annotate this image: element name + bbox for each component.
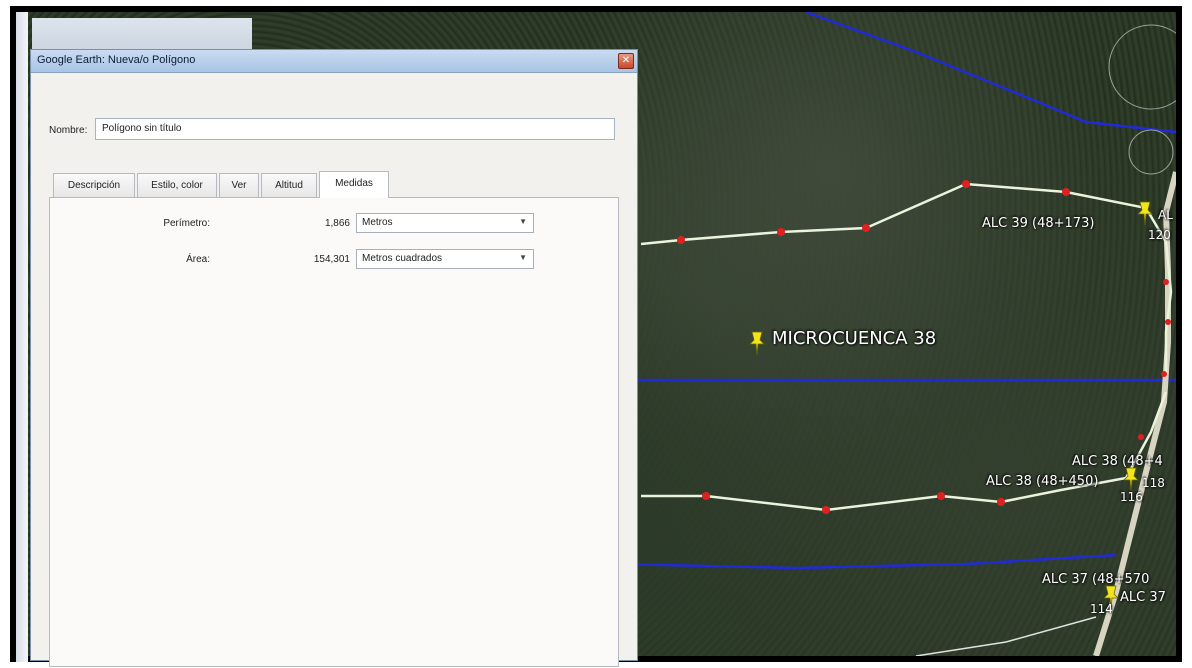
name-field[interactable]: Polígono sin título (95, 118, 615, 140)
label-microcuenca: MICROCUENCA 38 (772, 328, 937, 349)
name-label: Nombre: (49, 125, 88, 136)
tab-estilo-color[interactable]: Estilo, color (137, 173, 217, 197)
chevron-down-icon: ▼ (519, 253, 527, 262)
trace-point (1163, 279, 1169, 285)
trace-point (1165, 319, 1171, 325)
pushpin-icon[interactable] (1136, 200, 1154, 226)
tab-medidas[interactable]: Medidas (319, 171, 389, 198)
faint-circle-mark (1108, 24, 1176, 110)
trace-point (1138, 434, 1144, 440)
blue-boundary-line-top (805, 12, 1176, 134)
perimeter-value: 1,866 (324, 218, 350, 229)
perimeter-unit-select[interactable]: Metros ▼ (356, 213, 534, 233)
dialog-titlebar[interactable]: Google Earth: Nueva/o Polígono ✕ (31, 50, 637, 73)
label-alc38-code1: 118 (1142, 476, 1165, 490)
label-alc37-right: ALC 37 (1120, 590, 1166, 605)
trace-point (937, 492, 945, 500)
trace-point (962, 180, 970, 188)
area-unit-value: Metros cuadrados (362, 253, 443, 264)
perimeter-unit-value: Metros (362, 217, 393, 228)
dialog-title: Google Earth: Nueva/o Polígono (37, 54, 196, 66)
screenshot-frame: MICROCUENCA 38 ALC 39 (48+173) 120 AL AL… (10, 6, 1182, 667)
trace-bottom-white (915, 616, 1097, 656)
label-alc38-code2: 116 (1120, 490, 1143, 504)
label-edge: AL (1158, 208, 1173, 222)
tab-ver[interactable]: Ver (219, 173, 259, 197)
close-icon[interactable]: ✕ (618, 53, 634, 69)
trace-point (862, 224, 870, 232)
pushpin-icon[interactable] (748, 330, 766, 356)
dialog-body: Nombre: Polígono sin título Descripción … (31, 73, 637, 667)
chevron-down-icon: ▼ (519, 217, 527, 226)
new-polygon-dialog: Google Earth: Nueva/o Polígono ✕ Nombre:… (30, 49, 638, 667)
faint-circle-mark (1128, 129, 1174, 175)
trace-point (997, 498, 1005, 506)
area-value: 154,301 (313, 254, 350, 265)
trace-point (677, 236, 685, 244)
tab-descripcion[interactable]: Descripción (53, 173, 135, 197)
blue-boundary-line-bottom (615, 553, 1117, 570)
trace-point (822, 506, 830, 514)
trace-point (777, 228, 785, 236)
label-alc37-code: 114 (1090, 602, 1113, 616)
label-alc39-code: 120 (1148, 228, 1171, 242)
area-label: Área: (186, 254, 210, 265)
measures-panel: Perímetro: 1,866 Metros ▼ Área: 154,301 … (49, 197, 619, 667)
trace-point (702, 492, 710, 500)
tab-altitud[interactable]: Altitud (261, 173, 317, 197)
trace-point (1161, 371, 1167, 377)
label-alc38: ALC 38 (48+450) (986, 474, 1099, 489)
label-alc38-top: ALC 38 (48+4 (1072, 454, 1163, 469)
trace-lower (641, 391, 1168, 512)
trace-point (1062, 188, 1070, 196)
perimeter-label: Perímetro: (163, 218, 210, 229)
pushpin-icon[interactable] (1122, 466, 1140, 492)
label-alc37: ALC 37 (48+570 (1042, 572, 1150, 587)
area-unit-select[interactable]: Metros cuadrados ▼ (356, 249, 534, 269)
label-alc39: ALC 39 (48+173) (982, 216, 1095, 231)
left-window-edge (16, 12, 28, 662)
